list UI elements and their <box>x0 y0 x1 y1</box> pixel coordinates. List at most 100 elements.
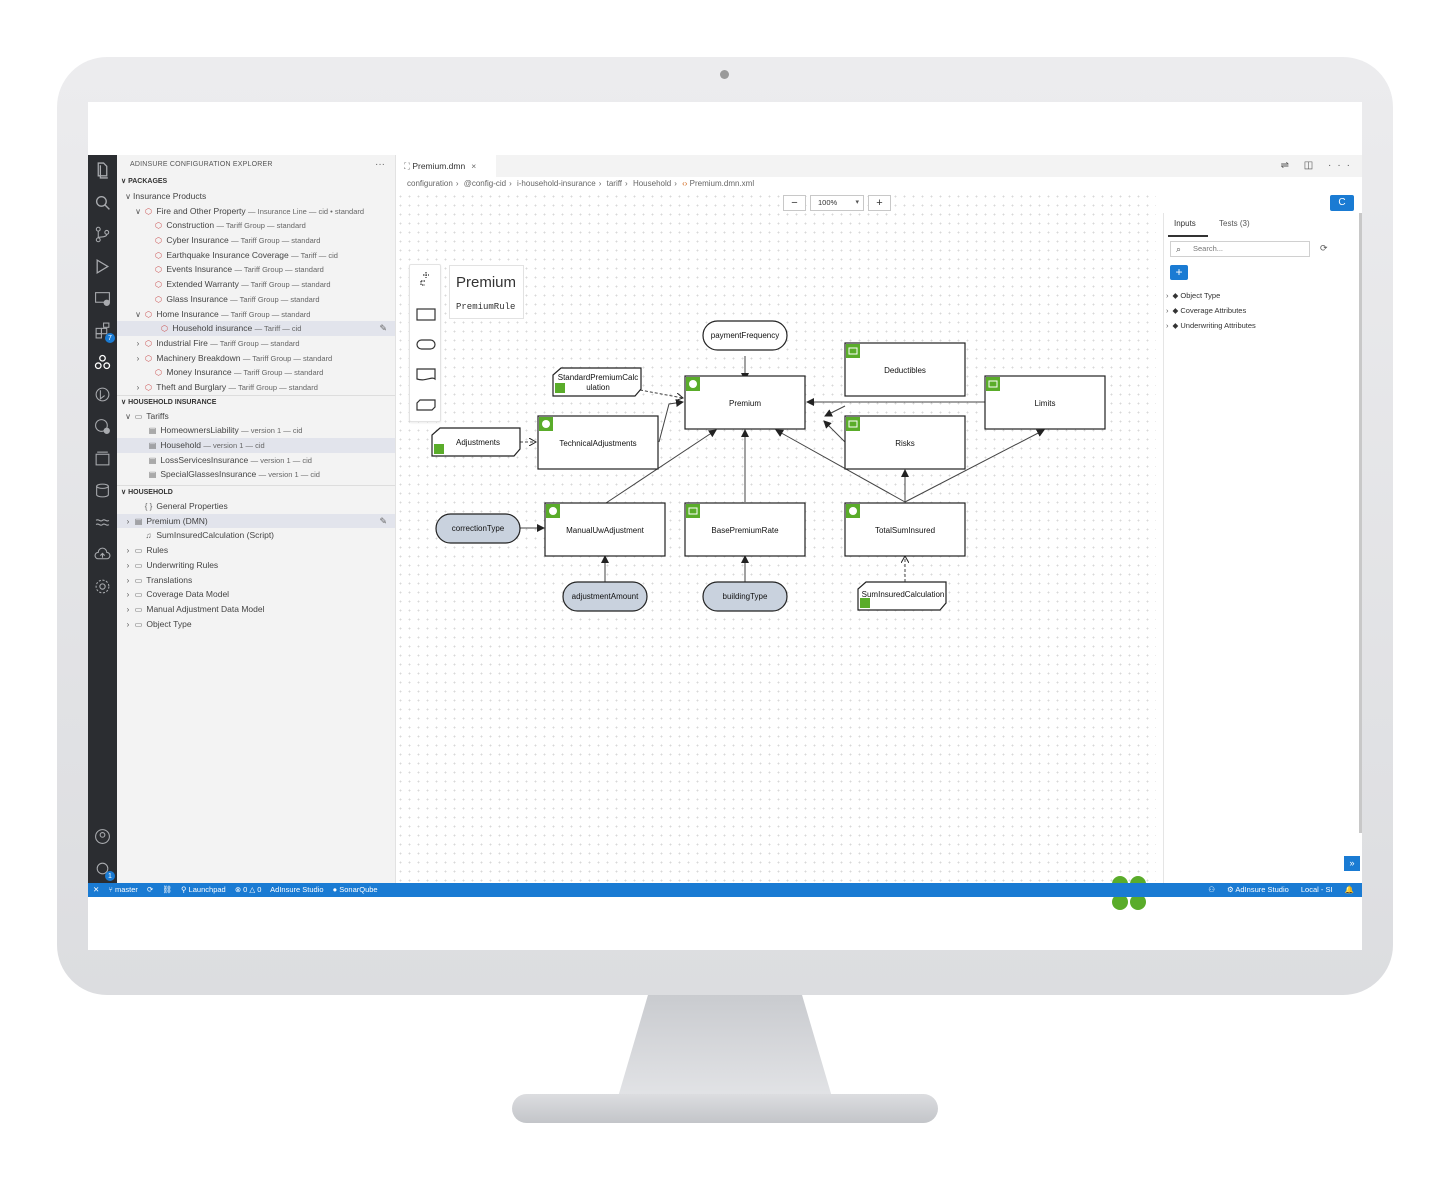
tree-item-object-type[interactable]: › ◆ Object Type <box>1166 288 1256 303</box>
problems-indicator[interactable]: ⊗ 0 △ 0 <box>235 885 262 894</box>
packages-section-header[interactable]: ∨ PACKAGES <box>117 175 395 189</box>
decision-totalsuminsured[interactable]: TotalSumInsured <box>844 502 966 557</box>
chevron-icon[interactable]: › <box>123 515 133 529</box>
decision-manualuwadjustment[interactable]: ManualUwAdjustment <box>544 502 666 557</box>
explorer-more-icon[interactable]: ··· <box>375 155 385 175</box>
testing-icon[interactable] <box>93 417 112 436</box>
extensions-icon[interactable]: 7 <box>93 321 115 343</box>
tree-item[interactable]: ▤ LossServicesInsurance — version 1 — ci… <box>117 453 395 468</box>
refresh-icon[interactable]: ⟳ <box>1320 243 1328 254</box>
configuration-explorer-icon[interactable] <box>93 353 112 372</box>
tree-item[interactable]: ⬡ Money Insurance — Tariff Group — stand… <box>117 365 395 380</box>
remote-indicator[interactable]: ✕ <box>93 885 99 894</box>
tree-item[interactable]: ▤ HomeownersLiability — version 1 — cid <box>117 423 395 438</box>
tree-item[interactable]: ♫ SumInsuredCalculation (Script) <box>117 528 395 543</box>
decision-deductibles[interactable]: Deductibles <box>844 342 966 397</box>
decision-premium[interactable]: Premium <box>684 375 806 430</box>
refresh-button[interactable]: C <box>1330 195 1354 211</box>
tree-item[interactable]: ▤ Household — version 1 — cid <box>117 438 395 453</box>
close-icon[interactable]: × <box>471 161 476 171</box>
settings-gear-icon[interactable] <box>93 577 112 596</box>
database-icon[interactable] <box>93 481 112 500</box>
packages-icon[interactable] <box>93 449 112 468</box>
tree-item[interactable]: ∨ ⬡ Fire and Other Property — Insurance L… <box>117 204 395 219</box>
tree-item-underwriting-attributes[interactable]: › ◆ Underwriting Attributes <box>1166 318 1256 333</box>
tree-item[interactable]: ▤ SpecialGlassesInsurance — version 1 — … <box>117 467 395 482</box>
zoom-out-button[interactable]: − <box>783 195 806 211</box>
search-input[interactable]: ⌕ Search... <box>1170 241 1310 257</box>
adinsure-studio-settings[interactable]: ⚙ AdInsure Studio <box>1227 885 1289 894</box>
source-control-icon[interactable] <box>93 225 112 244</box>
breadcrumb-item[interactable]: Household <box>633 179 671 188</box>
breadcrumb-file[interactable]: Premium.dmn.xml <box>690 179 754 188</box>
tree-item[interactable]: › ▭ Underwriting Rules <box>117 558 395 573</box>
chevron-icon[interactable]: › <box>123 559 133 573</box>
run-debug-icon[interactable] <box>93 257 112 276</box>
chevron-icon[interactable]: ∨ <box>133 205 143 219</box>
tree-item[interactable]: › ⬡ Machinery Breakdown — Tariff Group — … <box>117 351 395 366</box>
remote-explorer-icon[interactable] <box>93 289 112 308</box>
edit-icon[interactable]: ✎ <box>379 321 387 336</box>
tree-item[interactable]: › ⬡ Industrial Fire — Tariff Group — stan… <box>117 336 395 351</box>
adinsure-studio-item[interactable]: AdInsure Studio <box>270 885 323 894</box>
tree-item[interactable]: ⬡ Construction — Tariff Group — standard <box>117 218 395 233</box>
bkm-adjustments[interactable]: Adjustments <box>431 427 521 457</box>
search-icon[interactable] <box>93 193 112 212</box>
decision-risks[interactable]: Risks <box>844 415 966 470</box>
household-section-header[interactable]: ∨ HOUSEHOLD <box>117 485 395 499</box>
panel-scrollbar[interactable] <box>1359 213 1362 833</box>
chevron-icon[interactable]: ∨ <box>133 308 143 322</box>
chevron-icon[interactable]: › <box>123 618 133 632</box>
expand-panel-button[interactable]: » <box>1344 856 1360 871</box>
tree-item[interactable]: ∨ Insurance Products <box>117 189 395 204</box>
tree-item[interactable]: › ▭ Manual Adjustment Data Model <box>117 602 395 617</box>
zoom-select[interactable]: 100% ▾ <box>810 195 864 211</box>
timeline-icon[interactable] <box>93 385 112 404</box>
manage-icon[interactable]: 1 <box>93 859 115 881</box>
tab-inputs[interactable]: Inputs <box>1174 219 1196 228</box>
breadcrumb-item[interactable]: @config-cid <box>464 179 506 188</box>
breadcrumb-item[interactable]: tariff <box>607 179 622 188</box>
bkm-suminsuredcalculation[interactable]: SumInsuredCalculation <box>857 581 947 611</box>
tree-item[interactable]: ⬡ Cyber Insurance — Tariff Group — stand… <box>117 233 395 248</box>
environment-indicator[interactable]: Local - SI <box>1301 885 1333 894</box>
sonarqube-item[interactable]: ● SonarQube <box>333 885 378 894</box>
branch-indicator[interactable]: ⑂ master <box>108 885 138 894</box>
add-button[interactable]: + <box>1170 265 1188 280</box>
decision-technicaladjustments[interactable]: TechnicalAdjustments <box>537 415 659 470</box>
chevron-icon[interactable]: › <box>133 381 143 395</box>
input-correctiontype[interactable]: correctionType <box>435 513 521 544</box>
bkm-standardpremiumcalculation[interactable]: StandardPremiumCalculation <box>552 367 642 397</box>
chevron-icon[interactable]: › <box>133 337 143 351</box>
tree-item[interactable]: ∨ ⬡ Home Insurance — Tariff Group — stand… <box>117 307 395 322</box>
input-adjustmentamount[interactable]: adjustmentAmount <box>562 581 648 612</box>
copilot-icon[interactable]: ⚇ <box>1208 885 1215 894</box>
chevron-icon[interactable]: ∨ <box>123 190 133 204</box>
waves-icon[interactable] <box>93 513 112 532</box>
tree-item[interactable]: { } General Properties <box>117 499 395 514</box>
tree-item[interactable]: › ▭ Coverage Data Model <box>117 587 395 602</box>
chevron-icon[interactable]: › <box>123 588 133 602</box>
zoom-in-button[interactable]: + <box>868 195 891 211</box>
dmn-canvas[interactable]: Premium PremiumRule paymentFrequency cor… <box>396 192 1156 910</box>
chevron-icon[interactable]: › <box>123 544 133 558</box>
chevron-icon[interactable]: › <box>123 574 133 588</box>
household-insurance-section-header[interactable]: ∨ HOUSEHOLD INSURANCE <box>117 394 395 409</box>
tree-item[interactable]: › ▭ Object Type <box>117 617 395 632</box>
tree-item[interactable]: ⬡ Events Insurance — Tariff Group — stan… <box>117 262 395 277</box>
editor-actions[interactable]: ⇌ ◫ ··· <box>1281 155 1356 177</box>
tree-item[interactable]: ⬡ Extended Warranty — Tariff Group — sta… <box>117 277 395 292</box>
tab-tests[interactable]: Tests (3) <box>1219 219 1250 228</box>
chevron-icon[interactable]: ∨ <box>123 410 133 424</box>
breadcrumb-item[interactable]: i-household-insurance <box>517 179 596 188</box>
notifications-icon[interactable]: 🔔 <box>1345 885 1354 894</box>
tree-item[interactable]: › ▭ Rules <box>117 543 395 558</box>
breadcrumb-item[interactable]: configuration <box>407 179 453 188</box>
tree-item[interactable]: ⬡ Earthquake Insurance Coverage — Tariff… <box>117 248 395 263</box>
sync-icon[interactable]: ⟳ <box>147 885 153 894</box>
edit-icon[interactable]: ✎ <box>379 514 387 529</box>
tree-item[interactable]: › ⬡ Theft and Burglary — Tariff Group — s… <box>117 380 395 395</box>
tree-item[interactable]: › ▭ Translations <box>117 573 395 588</box>
launchpad-item[interactable]: ⚲ Launchpad <box>181 885 226 894</box>
tree-item-coverage-attributes[interactable]: › ◆ Coverage Attributes <box>1166 303 1256 318</box>
